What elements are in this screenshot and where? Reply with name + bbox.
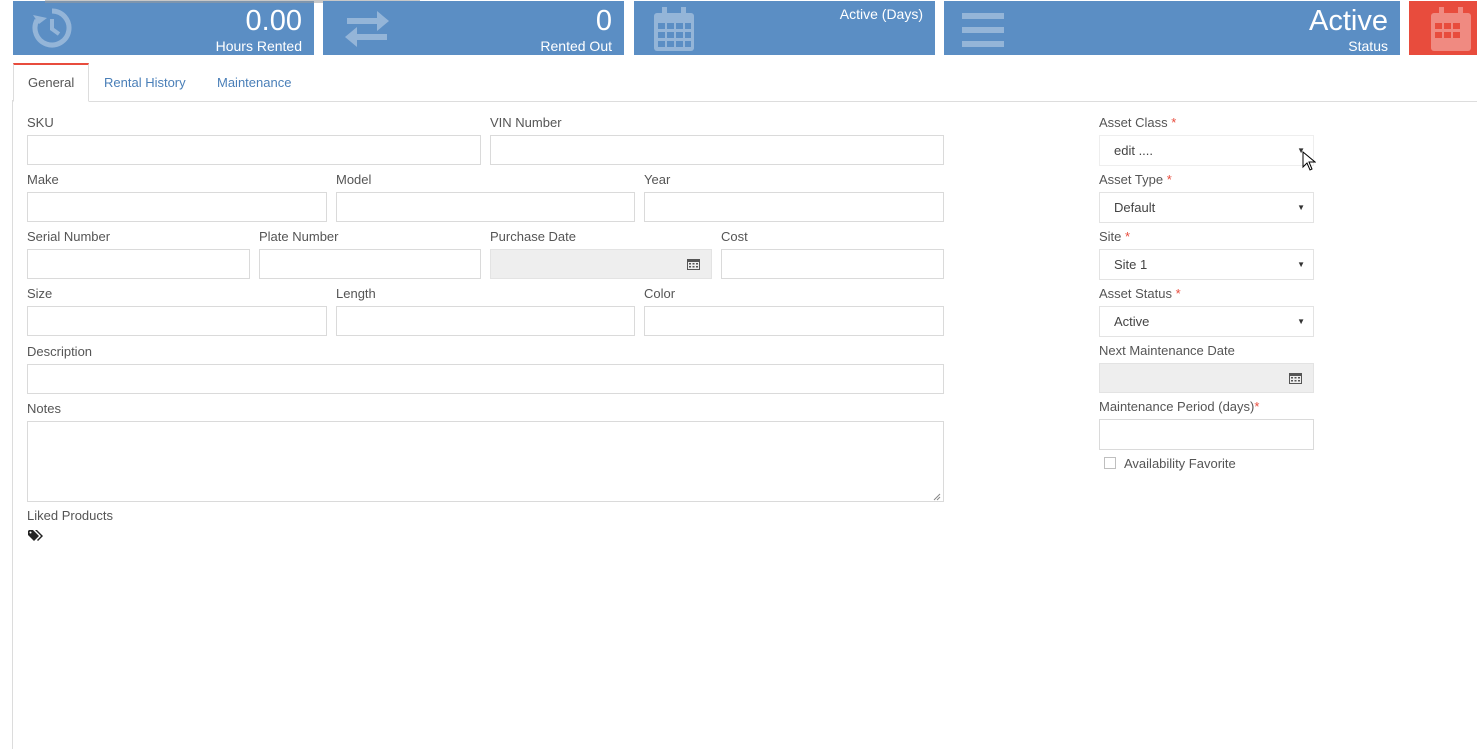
tab-bar: General Rental History Maintenance <box>13 63 1477 102</box>
availability-favorite-label[interactable]: Availability Favorite <box>1124 456 1236 471</box>
serial-input[interactable] <box>27 249 250 279</box>
asset-status-value: Active <box>1114 314 1150 329</box>
required-marker: * <box>1171 115 1177 130</box>
color-input[interactable] <box>644 306 944 336</box>
rented-out-tile: 0 Rented Out <box>323 1 624 55</box>
required-marker: * <box>1175 286 1181 301</box>
calendar-icon <box>652 7 696 55</box>
vin-input[interactable] <box>490 135 944 165</box>
description-input[interactable] <box>27 364 944 394</box>
calendar-icon[interactable] <box>675 250 711 278</box>
asset-class-select[interactable]: edit .... ▼ <box>1099 135 1314 166</box>
vin-label: VIN Number <box>490 115 562 130</box>
active-days-tile: Active (Days) <box>634 1 935 55</box>
calendar-icon <box>1429 7 1473 55</box>
model-input[interactable] <box>336 192 635 222</box>
asset-type-label: Asset Type * <box>1099 172 1172 187</box>
sku-label: SKU <box>27 115 54 130</box>
chevron-down-icon: ▼ <box>1297 203 1305 212</box>
status-value: Active <box>1309 5 1388 37</box>
history-icon <box>31 7 73 52</box>
tab-rental-history[interactable]: Rental History <box>104 63 186 101</box>
rented-out-value: 0 <box>595 5 612 37</box>
length-input[interactable] <box>336 306 635 336</box>
asset-class-label-text: Asset Class <box>1099 115 1168 130</box>
notes-label: Notes <box>27 401 61 416</box>
sku-input[interactable] <box>27 135 481 165</box>
chevron-down-icon: ▼ <box>1297 317 1305 326</box>
color-label: Color <box>644 286 676 301</box>
make-input[interactable] <box>27 192 327 222</box>
model-label: Model <box>336 172 372 187</box>
hours-rented-tile: 0.00 Hours Rented <box>13 1 314 55</box>
asset-status-label-text: Asset Status <box>1099 286 1172 301</box>
asset-class-label: Asset Class * <box>1099 115 1176 130</box>
cost-label: Cost <box>721 229 748 244</box>
asset-type-label-text: Asset Type <box>1099 172 1164 187</box>
hours-rented-value: 0.00 <box>245 5 302 37</box>
description-label: Description <box>27 344 93 359</box>
site-select[interactable]: Site 1 ▼ <box>1099 249 1314 280</box>
next-maintenance-date-field[interactable] <box>1099 363 1314 393</box>
size-label: Size <box>27 286 53 301</box>
purchase-date-field[interactable] <box>490 249 712 279</box>
resize-grip-icon[interactable] <box>931 489 1475 747</box>
calendar-icon[interactable] <box>1277 364 1313 392</box>
status-label: Status <box>1348 38 1388 54</box>
asset-type-select[interactable]: Default ▼ <box>1099 192 1314 223</box>
active-days-label: Active (Days) <box>839 6 923 22</box>
hours-rented-label: Hours Rented <box>215 38 302 54</box>
year-label: Year <box>644 172 671 187</box>
purchase-date-label: Purchase Date <box>490 229 576 244</box>
transfer-icon <box>343 11 391 50</box>
site-value: Site 1 <box>1114 257 1148 272</box>
asset-type-value: Default <box>1114 200 1156 215</box>
notes-textarea[interactable] <box>27 421 944 502</box>
year-input[interactable] <box>644 192 944 222</box>
plate-label: Plate Number <box>259 229 339 244</box>
size-input[interactable] <box>27 306 327 336</box>
mouse-cursor-icon <box>1302 150 1317 174</box>
asset-status-label: Asset Status * <box>1099 286 1181 301</box>
tab-maintenance[interactable]: Maintenance <box>217 63 291 101</box>
site-label: Site * <box>1099 229 1130 244</box>
tags-icon[interactable] <box>28 530 43 545</box>
required-marker: * <box>1254 399 1260 414</box>
cost-input[interactable] <box>721 249 944 279</box>
make-label: Make <box>27 172 59 187</box>
required-marker: * <box>1166 172 1172 187</box>
length-label: Length <box>336 286 376 301</box>
required-marker: * <box>1125 229 1131 244</box>
rented-out-label: Rented Out <box>540 38 612 54</box>
list-icon <box>962 13 1004 50</box>
maintenance-period-label: Maintenance Period (days)* <box>1099 399 1259 414</box>
extra-tile <box>1409 1 1477 55</box>
status-tile: Active Status <box>944 1 1400 55</box>
plate-input[interactable] <box>259 249 481 279</box>
asset-status-select[interactable]: Active ▼ <box>1099 306 1314 337</box>
chevron-down-icon: ▼ <box>1297 260 1305 269</box>
content-border <box>12 100 13 749</box>
serial-label: Serial Number <box>27 229 111 244</box>
site-label-text: Site <box>1099 229 1122 244</box>
availability-favorite-checkbox[interactable] <box>1104 457 1116 469</box>
maintenance-period-input[interactable] <box>1099 419 1314 450</box>
next-maintenance-date-label: Next Maintenance Date <box>1099 343 1235 358</box>
asset-class-value: edit .... <box>1114 143 1154 158</box>
tab-general[interactable]: General <box>13 63 90 102</box>
maintenance-period-label-text: Maintenance Period (days) <box>1099 399 1255 414</box>
liked-products-label: Liked Products <box>27 508 113 523</box>
